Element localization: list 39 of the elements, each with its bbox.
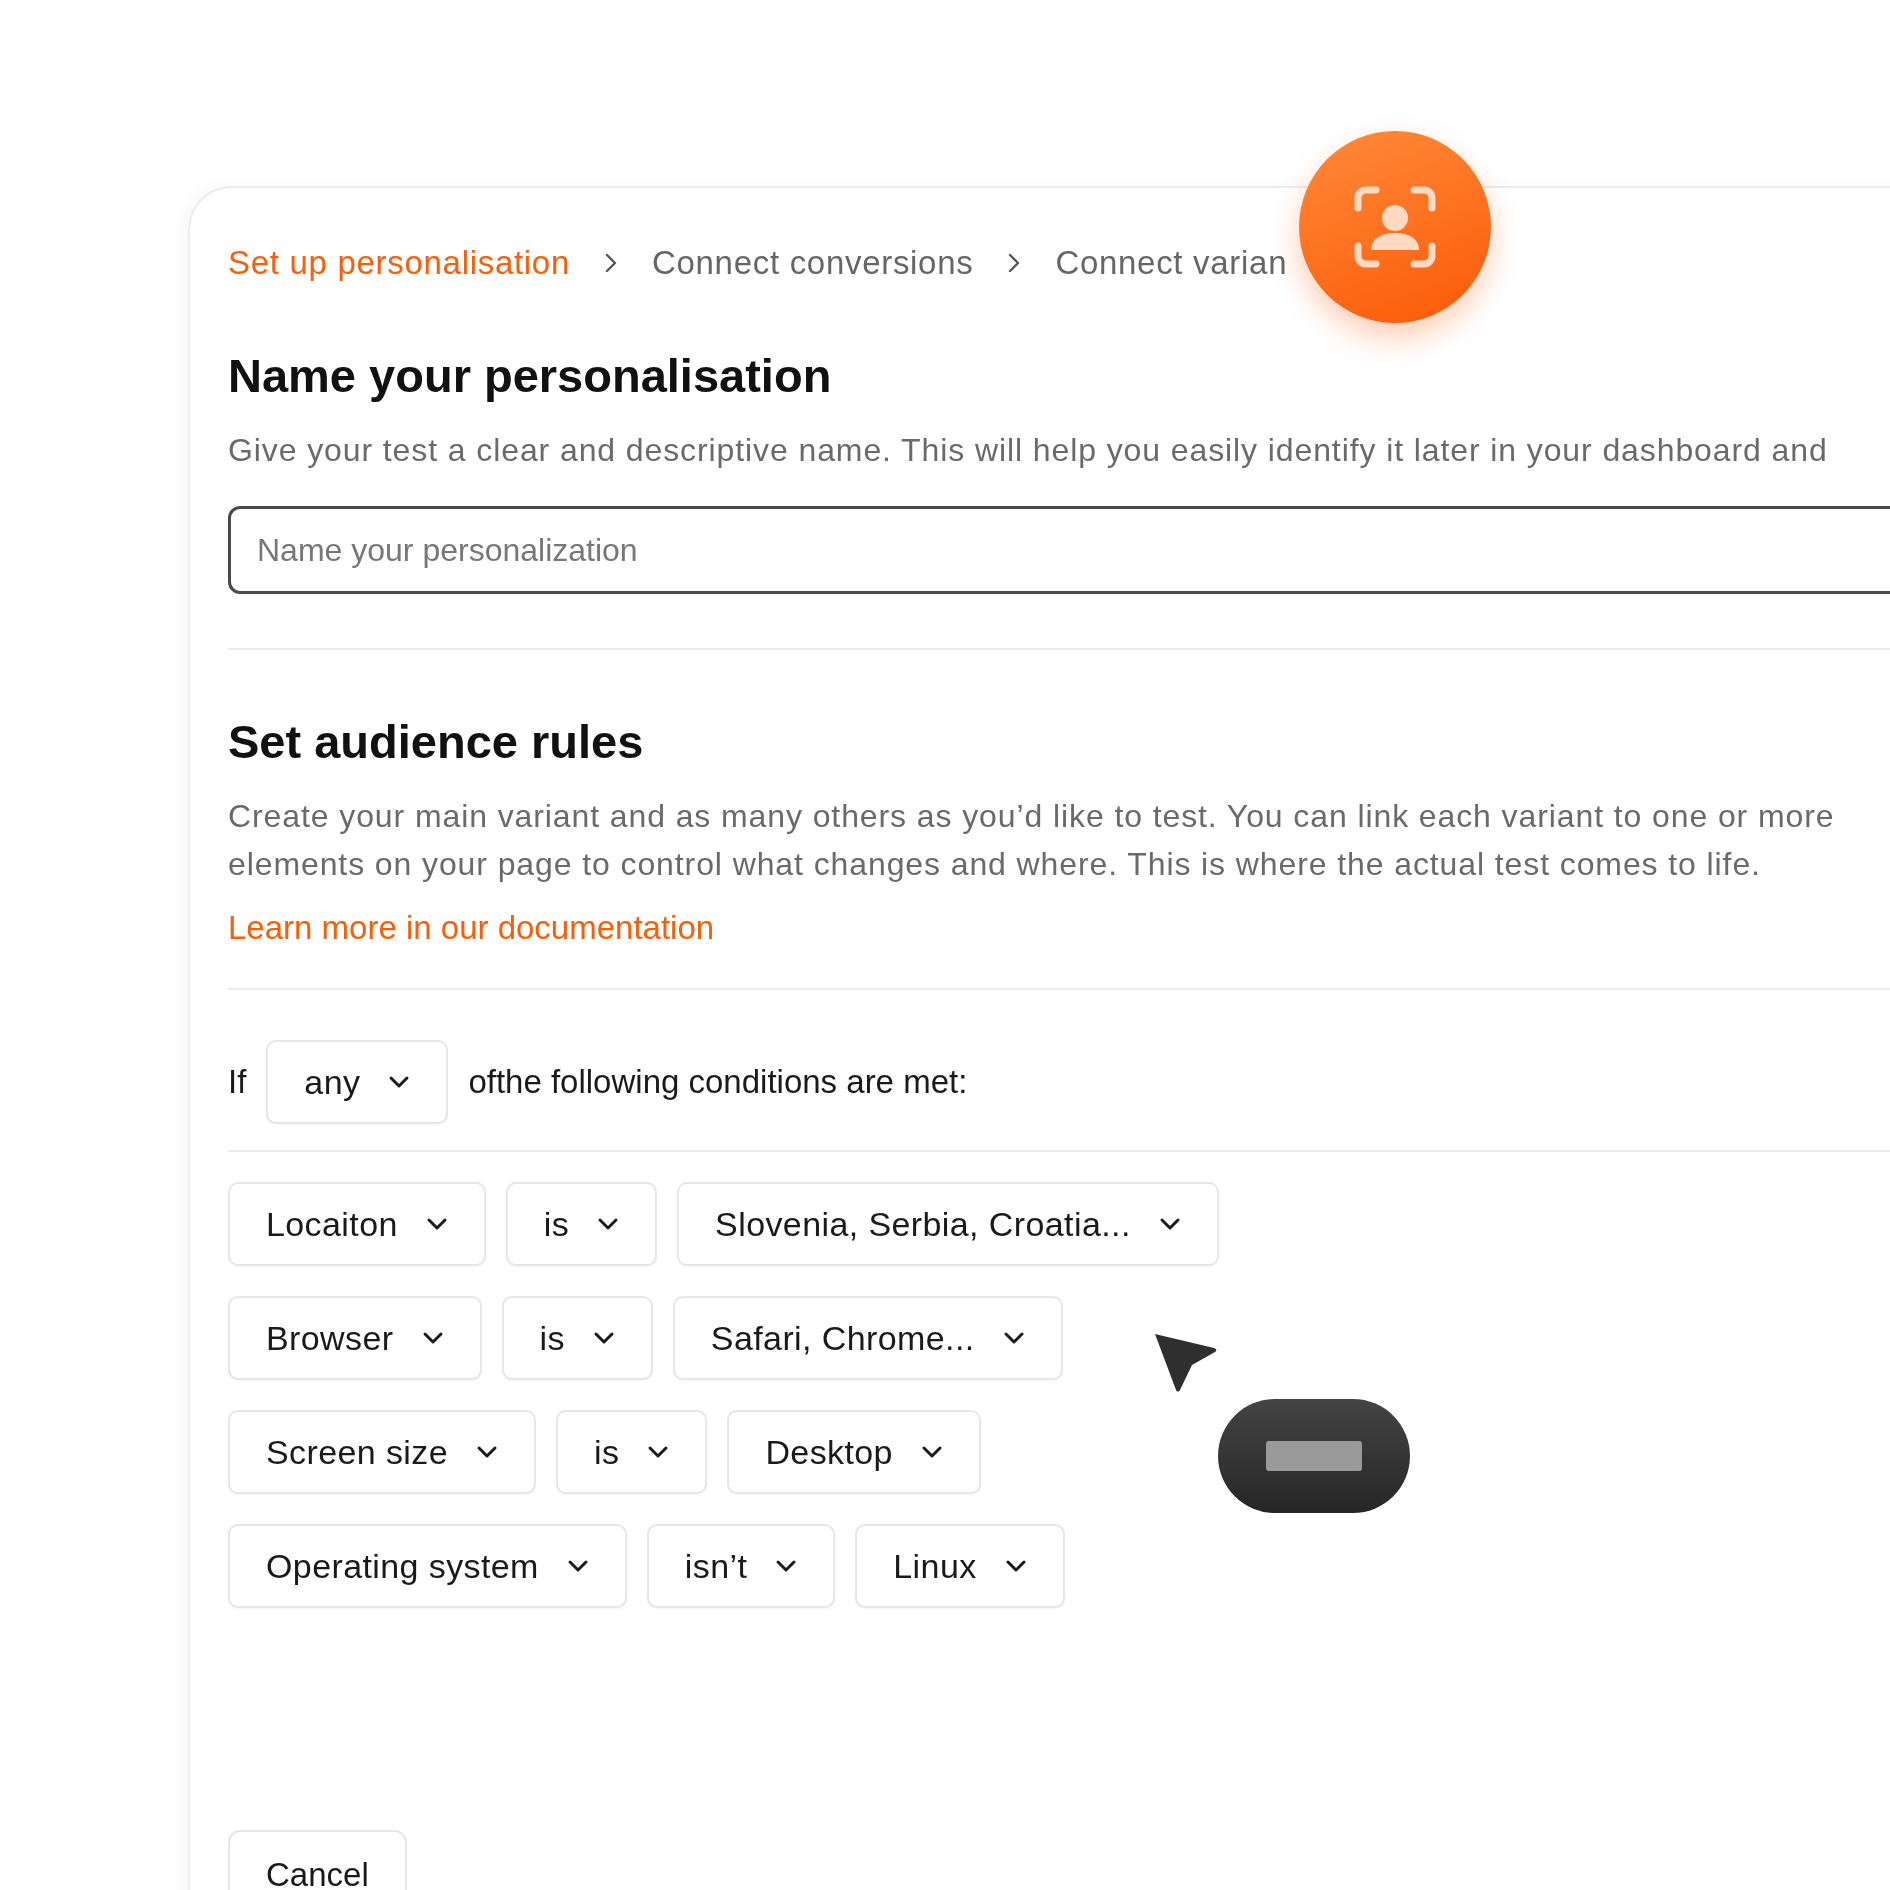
chevron-down-icon <box>566 1559 589 1573</box>
section-description: Give your test a clear and descriptive name. This will help you easily identify it later in your dashboard and <box>228 431 1829 470</box>
field-dropdown[interactable]: Screen size <box>228 1410 537 1494</box>
value-dropdown[interactable]: Desktop <box>727 1410 981 1494</box>
chevron-down-icon <box>775 1559 798 1573</box>
chevron-down-icon <box>592 1331 615 1345</box>
value-dropdown[interactable]: Safari, Chrome... <box>672 1296 1063 1380</box>
operator-dropdown[interactable]: is <box>556 1410 708 1494</box>
cancel-button[interactable]: Cancel <box>228 1830 407 1890</box>
breadcrumb-link[interactable]: Connect conversions <box>651 244 974 282</box>
chevron-down-icon <box>597 1217 620 1231</box>
condition-prefix: If <box>228 1063 247 1101</box>
person-scan-icon <box>1354 186 1436 268</box>
section-title: Set audience rules <box>228 714 645 770</box>
value-dropdown[interactable]: Linux <box>855 1524 1065 1608</box>
chevron-down-icon <box>1004 1559 1027 1573</box>
operator-dropdown[interactable]: is <box>505 1182 658 1266</box>
match-dropdown[interactable]: any <box>266 1040 449 1124</box>
breadcrumb-link[interactable]: Connect varian <box>1055 244 1288 282</box>
chevron-down-icon <box>920 1445 943 1459</box>
field-dropdown[interactable]: Locaiton <box>228 1182 486 1266</box>
chevron-down-icon <box>647 1445 670 1459</box>
chevron-down-icon <box>388 1075 411 1089</box>
chevron-down-icon <box>421 1331 444 1345</box>
chevron-right-icon <box>1007 252 1022 274</box>
field-dropdown[interactable]: Browser <box>228 1296 482 1380</box>
field-dropdown[interactable]: Operating system <box>228 1524 627 1608</box>
operator-dropdown[interactable]: isn’t <box>646 1524 836 1608</box>
condition-text: ofthe following conditions are met: <box>468 1063 968 1101</box>
section-title: Name your personalisation <box>228 348 833 404</box>
name-input-field[interactable]: Name your personalization <box>228 506 1890 594</box>
chevron-down-icon <box>1158 1217 1181 1231</box>
value-dropdown[interactable]: Slovenia, Serbia, Croatia... <box>677 1182 1219 1266</box>
chevron-down-icon <box>476 1445 499 1459</box>
chevron-down-icon <box>425 1217 448 1231</box>
chevron-down-icon <box>1002 1331 1025 1345</box>
section-description: Create your main variant and as many others as you’d like to test. You can link each variant to one or more elements on your page to control what changes and where. This is where the actual test comes to life. <box>228 797 1836 884</box>
operator-dropdown[interactable]: is <box>501 1296 653 1380</box>
chevron-right-icon <box>603 252 618 274</box>
